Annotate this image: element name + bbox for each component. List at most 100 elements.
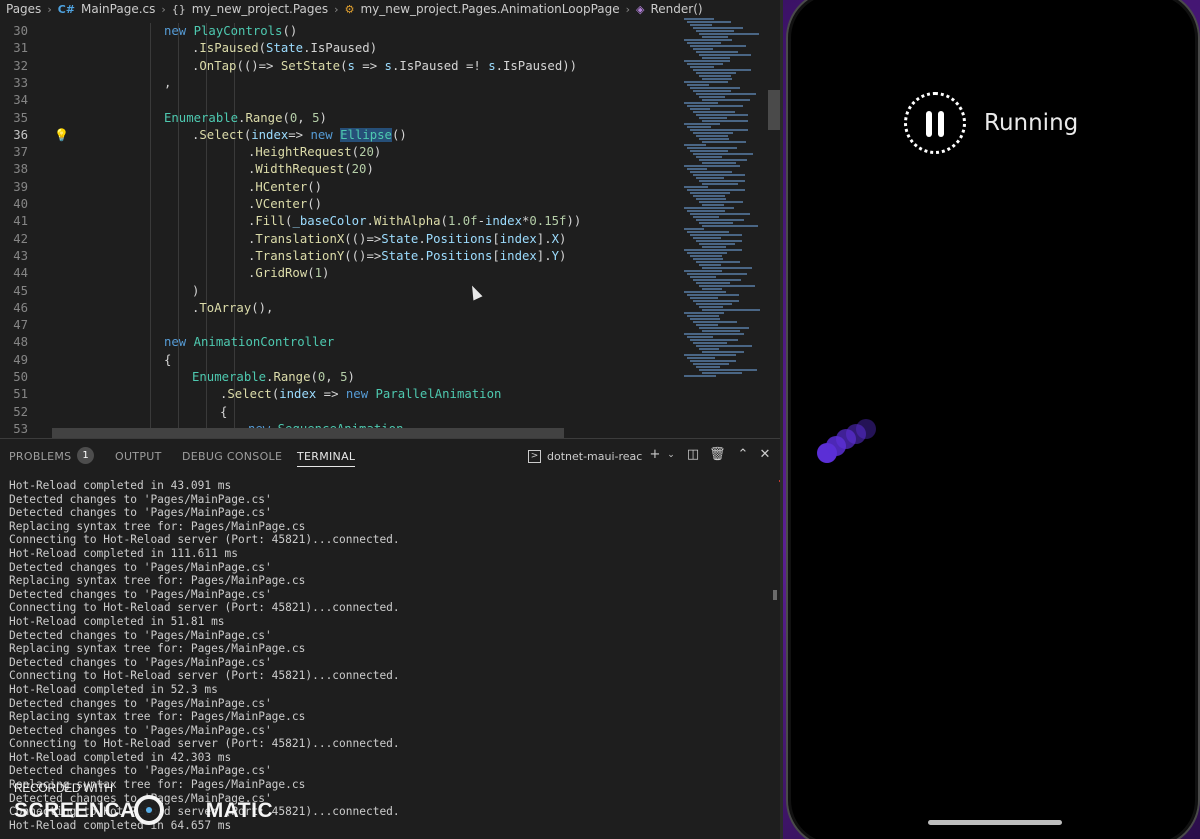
minimap-line	[690, 87, 740, 89]
line-number: 40	[13, 197, 28, 211]
terminal-line: Replacing syntax tree for: Pages/MainPag…	[9, 710, 306, 724]
home-indicator[interactable]	[928, 820, 1062, 825]
minimap-line	[696, 51, 738, 53]
code-line[interactable]: 48 new AnimationController	[0, 334, 676, 351]
line-number: 31	[13, 41, 28, 56]
code-area[interactable]: 30 new PlayControls() 31 .IsPaused(State.Is…	[0, 23, 676, 438]
code-line[interactable]: 31 .IsPaused(State.IsPaused)	[0, 40, 676, 57]
code-line[interactable]: 50 Enumerable.Range(0, 5)	[0, 369, 676, 386]
split-terminal-icon[interactable]: ◫	[685, 447, 701, 463]
terminal-line: Replacing syntax tree for: Pages/MainPag…	[9, 642, 306, 656]
terminal-line: Hot-Reload completed in 51.81 ms	[9, 614, 225, 628]
minimap-line	[702, 36, 728, 38]
minimap-line	[690, 45, 746, 47]
code-line[interactable]: 51 .Select(index => new ParallelAnimation	[0, 386, 676, 403]
minimap-line	[684, 270, 722, 272]
minimap-line	[687, 315, 719, 317]
code-line[interactable]: 49 {	[0, 352, 676, 369]
line-number: 33	[13, 75, 28, 90]
minimap-line	[687, 252, 727, 254]
code-line[interactable]: 40 .VCenter()	[0, 196, 676, 213]
code-line[interactable]: 42 .TranslationX(()=>State.Positions[inde…	[0, 231, 676, 248]
minimap-line	[690, 276, 716, 278]
screencast-logo-icon	[134, 795, 164, 825]
minimap-line	[696, 282, 730, 284]
code-text: .Select(index => new ParallelAnimation	[220, 387, 502, 402]
code-line[interactable]: 47	[0, 317, 676, 334]
minimap-line	[699, 369, 757, 371]
pause-icon	[938, 111, 944, 137]
tab-output[interactable]: OUTPUT	[115, 450, 162, 463]
code-line[interactable]: 41 .Fill(_baseColor.WithAlpha(1.0f-index*…	[0, 213, 676, 230]
terminal-line: Connecting to Hot-Reload server (Port: 4…	[9, 533, 400, 547]
minimap-line	[690, 318, 720, 320]
code-line[interactable]: 43 .TranslationY(()=>State.Positions[inde…	[0, 248, 676, 265]
minimap[interactable]	[680, 18, 768, 378]
minimap-line	[702, 351, 744, 353]
code-text: .HCenter()	[248, 179, 323, 194]
minimap-line	[693, 300, 739, 302]
minimap-line	[690, 360, 736, 362]
code-line[interactable]: 36 .Select(index=> new Ellipse()	[0, 127, 676, 144]
chevron-right-icon: ›	[161, 2, 166, 16]
minimap-line	[702, 162, 736, 164]
minimap-line	[690, 129, 748, 131]
code-line[interactable]: 44 .GridRow(1)	[0, 265, 676, 282]
code-line[interactable]: 45)	[0, 283, 676, 300]
close-icon[interactable]: ✕	[757, 447, 773, 463]
breadcrumb-item-namespace[interactable]: my_new_project.Pages	[192, 2, 328, 16]
breadcrumb-item-class[interactable]: my_new_project.Pages.AnimationLoopPage	[360, 2, 619, 16]
minimap-line	[684, 228, 704, 230]
code-line[interactable]: 30 new PlayControls()	[0, 23, 676, 40]
terminal-scrollbar[interactable]	[773, 590, 777, 600]
minimap-line	[699, 75, 731, 77]
trash-icon[interactable]: 🗑	[709, 447, 726, 463]
code-line[interactable]: 38 .WidthRequest(20)	[0, 161, 676, 178]
code-line[interactable]: 46 .ToArray(),	[0, 300, 676, 317]
line-number: 49	[13, 352, 28, 367]
minimap-line	[699, 285, 755, 287]
minimap-line	[687, 42, 721, 44]
terminal-line: Detected changes to 'Pages/MainPage.cs'	[9, 655, 272, 669]
chevron-down-icon[interactable]: ⌄	[663, 447, 679, 463]
minimap-line	[702, 267, 752, 269]
code-line[interactable]: 33,	[0, 75, 676, 92]
code-editor[interactable]: Pages › C# MainPage.cs › {} my_new_proje…	[0, 0, 782, 438]
code-text: .WidthRequest(20)	[248, 162, 374, 177]
terminal-output[interactable]: Hot-Reload completed in 43.091 ms Detecte…	[9, 479, 769, 839]
code-line[interactable]: 39 .HCenter()	[0, 179, 676, 196]
code-line[interactable]: 35 Enumerable.Range(0, 5)	[0, 110, 676, 127]
terminal-selector[interactable]: > dotnet-maui-reac	[528, 447, 642, 465]
minimap-line	[696, 177, 724, 179]
new-terminal-plus-icon[interactable]: +	[647, 447, 663, 463]
code-line[interactable]: 37 .HeightRequest(20)	[0, 144, 676, 161]
terminal-line: Hot-Reload completed in 111.611 ms	[9, 546, 239, 560]
minimap-line	[684, 186, 708, 188]
minimap-line	[693, 195, 725, 197]
breadcrumb-item-file[interactable]: MainPage.cs	[81, 2, 155, 16]
minimap-line	[696, 93, 756, 95]
line-number: 45	[13, 283, 28, 298]
pause-button[interactable]	[904, 92, 966, 154]
minimap-line	[687, 189, 745, 191]
editor-horizontal-scrollbar[interactable]	[52, 428, 564, 438]
code-line[interactable]: 34	[0, 92, 676, 109]
breadcrumb-item-method[interactable]: Render()	[651, 2, 703, 16]
pane-divider[interactable]	[780, 0, 783, 839]
lightbulb-icon[interactable]: 💡	[54, 128, 69, 142]
tab-terminal[interactable]: TERMINAL	[297, 450, 356, 467]
minimap-line	[693, 90, 731, 92]
breadcrumb-item-pages[interactable]: Pages	[6, 2, 41, 16]
status-label: Running	[984, 110, 1079, 136]
minimap-line	[699, 96, 725, 98]
minimap-line	[702, 225, 758, 227]
code-line[interactable]: 32 .OnTap(()=> SetState(s => s.IsPaused =…	[0, 58, 676, 75]
tab-debug-console[interactable]: DEBUG CONSOLE	[182, 450, 282, 463]
bottom-panel: PROBLEMS 1 OUTPUT DEBUG CONSOLE TERMINAL…	[0, 438, 782, 839]
tab-problems[interactable]: PROBLEMS	[9, 450, 71, 463]
minimap-line	[702, 330, 740, 332]
ellipse-dot	[856, 419, 876, 439]
chevron-up-icon[interactable]: ⌃	[735, 447, 751, 463]
minimap-line	[684, 291, 726, 293]
code-line[interactable]: 52 {	[0, 404, 676, 421]
